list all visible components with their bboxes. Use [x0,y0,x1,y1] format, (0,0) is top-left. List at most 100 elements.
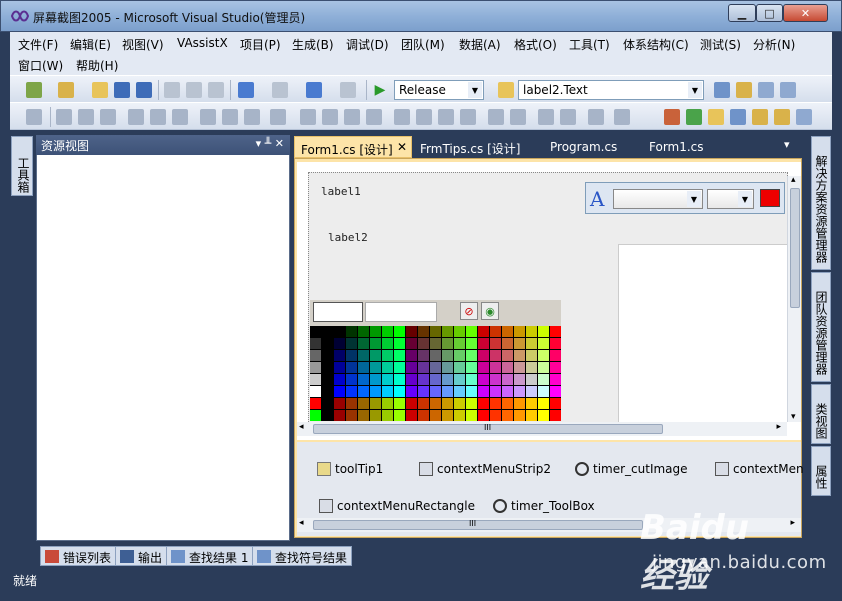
open-folder-icon[interactable] [708,109,724,125]
palette-color-cell[interactable] [454,386,465,397]
palette-color-cell[interactable] [430,362,441,373]
no-color-icon[interactable]: ⊘ [460,302,478,320]
palette-color-cell[interactable] [502,362,513,373]
palette-color-cell[interactable] [370,362,381,373]
color-wheel-icon[interactable]: ◉ [481,302,499,320]
scroll-right-icon[interactable]: ▸ [790,518,795,528]
palette-color-cell[interactable] [406,398,417,409]
palette-color-cell[interactable] [346,362,357,373]
palette-color-cell[interactable] [466,410,477,421]
palette-color-cell[interactable] [334,350,345,361]
palette-color-cell[interactable] [334,398,345,409]
palette-color-cell[interactable] [430,374,441,385]
palette-color-cell[interactable] [382,362,393,373]
palette-color-cell[interactable] [418,362,429,373]
menu-edit[interactable]: 编辑(E) [70,36,111,53]
chevron-down-icon[interactable]: ▼ [468,82,482,98]
close-icon[interactable]: ✕ [397,140,407,154]
chevron-down-icon[interactable]: ▼ [687,191,701,207]
center-horizontally-icon[interactable] [488,109,504,125]
palette-color-cell[interactable] [322,338,333,349]
palette-color-cell[interactable] [490,386,501,397]
palette-color-cell[interactable] [334,410,345,421]
palette-color-cell[interactable] [310,362,321,373]
palette-color-cell[interactable] [382,326,393,337]
palette-color-cell[interactable] [454,374,465,385]
palette-color-cell[interactable] [550,410,561,421]
palette-color-cell[interactable] [478,398,489,409]
palette-color-cell[interactable] [502,386,513,397]
palette-color-cell[interactable] [310,398,321,409]
palette-color-cell[interactable] [478,350,489,361]
palette-color-cell[interactable] [490,362,501,373]
maximize-button[interactable]: □ [756,4,783,22]
palette-color-cell[interactable] [358,374,369,385]
palette-color-cell[interactable] [394,350,405,361]
palette-color-cell[interactable] [382,386,393,397]
solution-explorer-tab[interactable]: 解决方案资源管理器 [811,136,831,270]
palette-color-cell[interactable] [430,386,441,397]
palette-color-cell[interactable] [442,410,453,421]
palette-color-cell[interactable] [370,374,381,385]
palette-color-cell[interactable] [514,326,525,337]
palette-color-cell[interactable] [418,350,429,361]
palette-color-cell[interactable] [358,350,369,361]
palette-color-cell[interactable] [514,362,525,373]
menu-debug[interactable]: 调试(D) [346,36,389,53]
palette-color-cell[interactable] [526,350,537,361]
palette-color-cell[interactable] [514,398,525,409]
scroll-right-icon[interactable]: ▸ [776,422,781,432]
palette-color-cell[interactable] [394,410,405,421]
find-results-tab[interactable]: 查找结果 1 [166,546,254,566]
menu-analyze[interactable]: 分析(N) [753,36,795,53]
palette-color-cell[interactable] [310,338,321,349]
palette-color-cell[interactable] [358,410,369,421]
toolbox-icon[interactable] [780,82,796,98]
palette-color-cell[interactable] [322,410,333,421]
align-rights-icon[interactable] [100,109,116,125]
align-middles-icon[interactable] [150,109,166,125]
palette-color-cell[interactable] [394,362,405,373]
palette-color-cell[interactable] [382,374,393,385]
label1-control[interactable]: label1 [321,185,361,198]
start-debugging-icon[interactable]: ▶ [372,82,388,98]
palette-color-cell[interactable] [442,386,453,397]
palette-color-cell[interactable] [310,326,321,337]
scroll-left-icon[interactable]: ◂ [299,422,304,432]
palette-color-cell[interactable] [310,386,321,397]
palette-color-cell[interactable] [514,374,525,385]
palette-color-cell[interactable] [454,338,465,349]
properties-tab[interactable]: 属性 [811,446,831,496]
palette-color-cell[interactable] [502,398,513,409]
class-view-tab[interactable]: 类视图 [811,384,831,444]
horizontal-scroll-thumb[interactable]: III [313,423,663,434]
palette-color-cell[interactable] [454,398,465,409]
copy-icon[interactable] [186,82,202,98]
new-project-icon[interactable] [26,82,42,98]
palette-color-cell[interactable] [442,350,453,361]
lock-controls-icon[interactable] [614,109,630,125]
palette-color-cell[interactable] [538,410,549,421]
palette-color-cell[interactable] [430,338,441,349]
palette-color-cell[interactable] [430,398,441,409]
component-contextmenurectangle[interactable]: contextMenuRectangle [319,499,475,513]
align-to-grid-icon[interactable] [26,109,42,125]
palette-color-cell[interactable] [502,374,513,385]
palette-color-cell[interactable] [370,410,381,421]
palette-color-cell[interactable] [466,338,477,349]
palette-color-cell[interactable] [550,350,561,361]
team-explorer-tab[interactable]: 团队资源管理器 [811,272,831,382]
find-symbol-results-tab[interactable]: 查找符号结果 [252,546,353,566]
palette-color-cell[interactable] [310,374,321,385]
palette-color-cell[interactable] [538,398,549,409]
increase-vertical-spacing-icon[interactable] [416,109,432,125]
component-tooltip1[interactable]: toolTip1 [317,462,383,476]
make-same-height-icon[interactable] [222,109,238,125]
palette-color-cell[interactable] [358,362,369,373]
extension-icon[interactable] [664,109,680,125]
palette-color-cell[interactable] [514,350,525,361]
palette-color-cell[interactable] [334,362,345,373]
redo-icon[interactable] [272,82,288,98]
font-family-combo[interactable]: ▼ [613,189,703,209]
scroll-down-icon[interactable]: ▾ [791,412,796,422]
